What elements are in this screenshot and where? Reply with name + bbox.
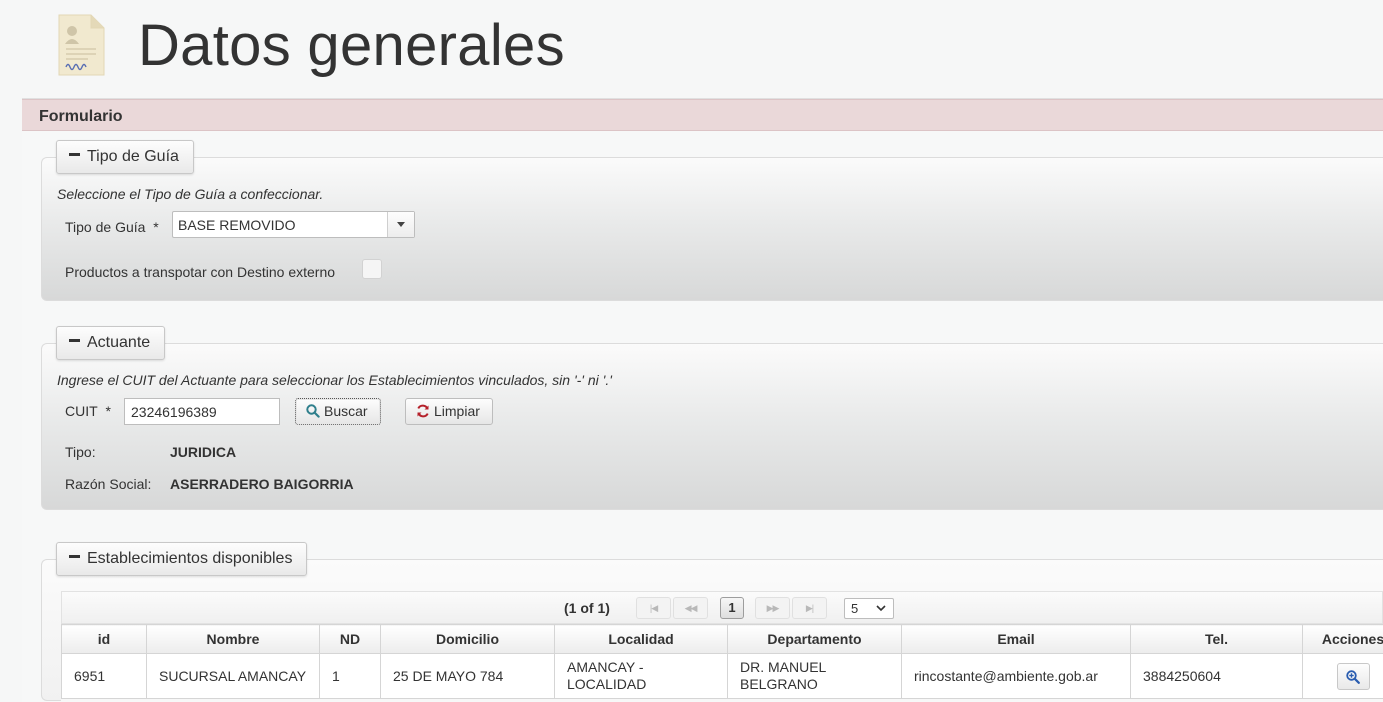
panel-header-title: Formulario xyxy=(39,108,123,126)
destino-externo-checkbox[interactable] xyxy=(362,259,382,279)
search-icon xyxy=(306,404,320,418)
tipo-guia-legend: Tipo de Guía xyxy=(87,148,179,165)
cell-nd: 1 xyxy=(320,654,381,699)
column-header-tel[interactable]: Tel. xyxy=(1131,625,1303,654)
document-icon xyxy=(57,14,105,76)
minus-icon xyxy=(69,339,80,342)
minus-icon xyxy=(69,153,80,156)
first-page-button[interactable]: |◀ xyxy=(636,597,671,619)
cell-acciones xyxy=(1303,654,1383,699)
tipo-guia-label-text: Tipo de Guía xyxy=(65,219,145,235)
zoom-in-icon xyxy=(1346,670,1360,684)
tipo-guia-hint: Seleccione el Tipo de Guía a confecciona… xyxy=(57,186,323,202)
razon-social-value: ASERRADERO BAIGORRIA xyxy=(170,476,354,492)
establecimientos-toggle[interactable]: Establecimientos disponibles xyxy=(56,542,307,576)
clear-button[interactable]: Limpiar xyxy=(405,398,493,425)
column-header-id[interactable]: id xyxy=(62,625,147,654)
tipo-guia-toggle[interactable]: Tipo de Guía xyxy=(56,140,194,174)
panel-header[interactable]: Formulario xyxy=(22,99,1383,131)
rows-per-page-value: 5 xyxy=(851,601,858,616)
razon-social-label: Razón Social: xyxy=(65,476,151,492)
paginator-count: (1 of 1) xyxy=(564,600,610,616)
destino-externo-label: Productos a transpotar con Destino exter… xyxy=(65,264,335,280)
tipo-guia-selected: BASE REMOVIDO xyxy=(178,217,295,233)
cuit-input[interactable] xyxy=(124,398,280,425)
chevron-down-icon xyxy=(876,603,886,613)
tipo-guia-label: Tipo de Guía * xyxy=(65,219,159,235)
column-header-departamento[interactable]: Departamento xyxy=(728,625,902,654)
clear-button-label: Limpiar xyxy=(434,403,480,419)
actuante-toggle[interactable]: Actuante xyxy=(56,326,165,360)
cell-email: rincostante@ambiente.gob.ar xyxy=(902,654,1131,699)
required-mark: * xyxy=(105,403,110,419)
cell-tel: 3884250604 xyxy=(1131,654,1303,699)
cell-nombre: SUCURSAL AMANCAY xyxy=(147,654,320,699)
column-header-acciones: Acciones xyxy=(1303,625,1383,654)
column-header-email[interactable]: Email xyxy=(902,625,1131,654)
cell-domicilio: 25 DE MAYO 784 xyxy=(381,654,555,699)
rows-per-page-select[interactable]: 5 xyxy=(844,598,894,619)
refresh-icon xyxy=(416,404,430,418)
establecimientos-legend: Establecimientos disponibles xyxy=(87,550,292,567)
search-button-label: Buscar xyxy=(324,403,368,419)
tipo-guia-select[interactable]: BASE REMOVIDO xyxy=(172,211,415,238)
last-page-button[interactable]: ▶| xyxy=(792,597,827,619)
next-page-button[interactable]: ▶▶ xyxy=(755,597,790,619)
table-row[interactable]: 6951 SUCURSAL AMANCAY 1 25 DE MAYO 784 A… xyxy=(62,654,1383,699)
cuit-label-text: CUIT xyxy=(65,403,98,419)
actuante-hint: Ingrese el CUIT del Actuante para selecc… xyxy=(57,372,612,388)
view-establecimiento-button[interactable] xyxy=(1337,663,1370,690)
required-mark: * xyxy=(153,219,158,235)
column-header-domicilio[interactable]: Domicilio xyxy=(381,625,555,654)
establecimientos-table: id Nombre ND Domicilio Localidad Departa… xyxy=(61,624,1383,699)
search-button[interactable]: Buscar xyxy=(295,398,381,425)
chevron-down-icon xyxy=(397,222,405,227)
cell-localidad: AMANCAY - LOCALIDAD xyxy=(555,654,728,699)
cell-id: 6951 xyxy=(62,654,147,699)
tipo-value: JURIDICA xyxy=(170,444,236,460)
paginator: (1 of 1) |◀ ◀◀ 1 ▶▶ ▶| 5 xyxy=(61,591,1383,624)
prev-page-button[interactable]: ◀◀ xyxy=(673,597,708,619)
column-header-nombre[interactable]: Nombre xyxy=(147,625,320,654)
column-header-localidad[interactable]: Localidad xyxy=(555,625,728,654)
establecimientos-table-area: (1 of 1) |◀ ◀◀ 1 ▶▶ ▶| 5 id Nombre ND Do… xyxy=(61,591,1383,701)
page-title: Datos generales xyxy=(138,12,565,79)
select-trigger[interactable] xyxy=(387,212,414,237)
cuit-label: CUIT * xyxy=(65,403,111,419)
cell-departamento: DR. MANUEL BELGRANO xyxy=(728,654,902,699)
column-header-nd[interactable]: ND xyxy=(320,625,381,654)
minus-icon xyxy=(69,555,80,558)
page-1-button[interactable]: 1 xyxy=(720,597,744,619)
actuante-legend: Actuante xyxy=(87,334,150,351)
table-header-row: id Nombre ND Domicilio Localidad Departa… xyxy=(62,625,1383,654)
tipo-label: Tipo: xyxy=(65,444,96,460)
